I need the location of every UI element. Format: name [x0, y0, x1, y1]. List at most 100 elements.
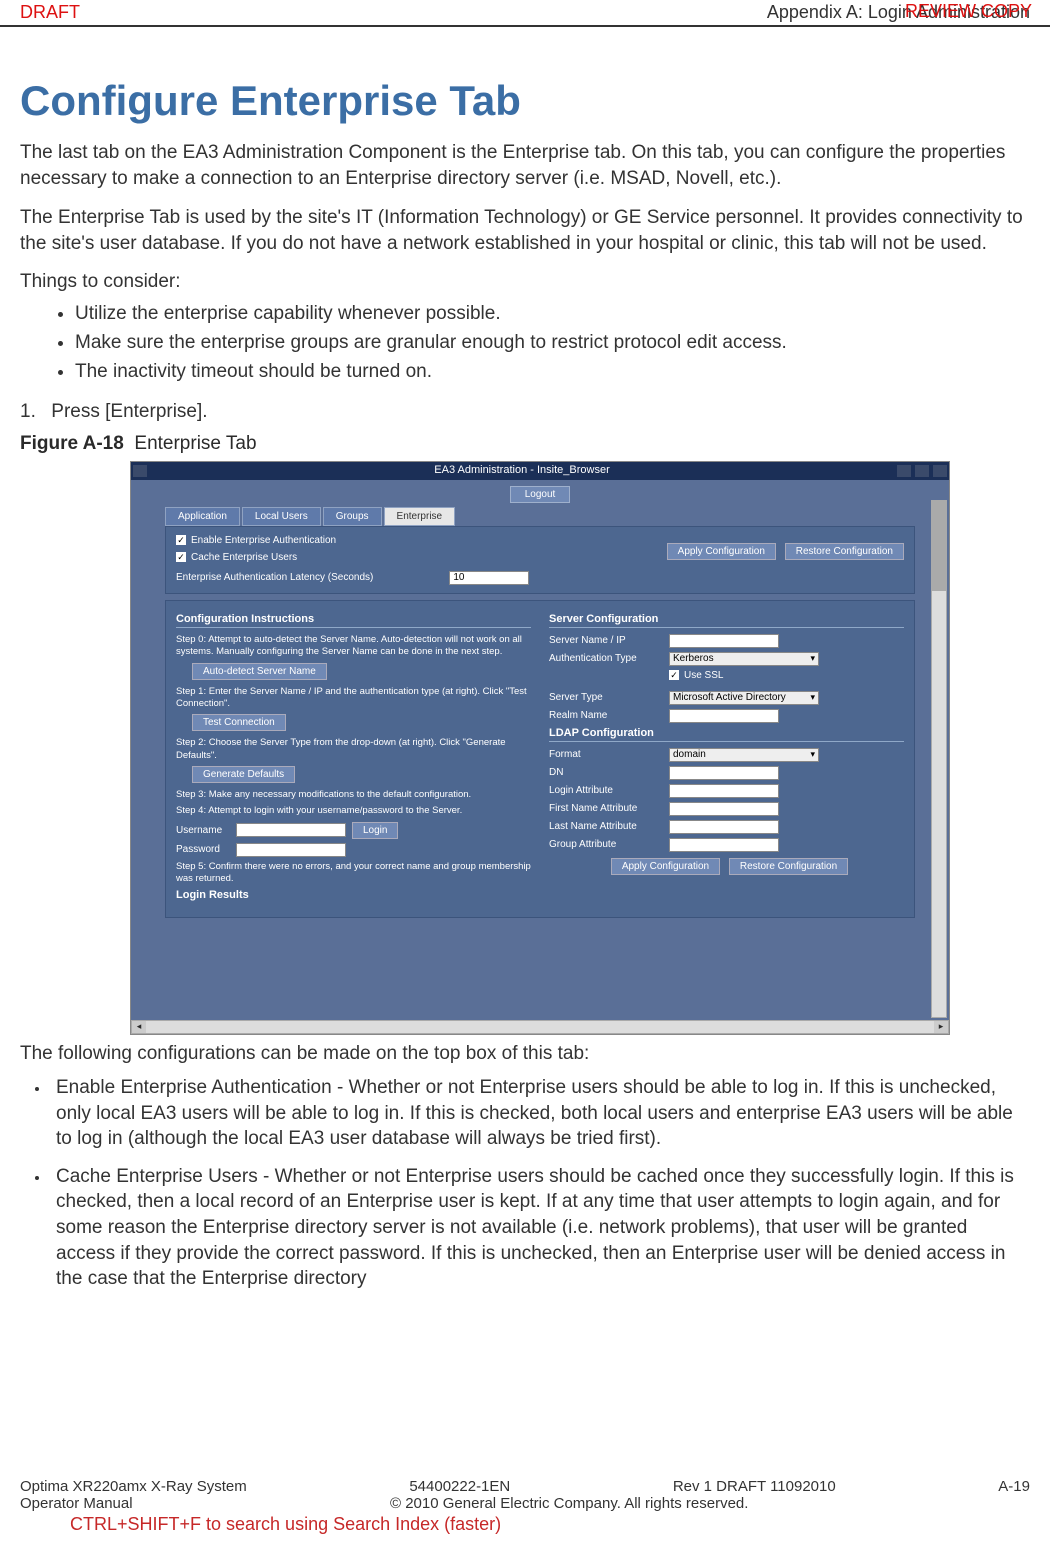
window-title: EA3 Administration - Insite_Browser [149, 464, 895, 478]
figure-caption: Figure A-18 Enterprise Tab [20, 433, 1030, 455]
manual-label: Operator Manual [20, 1495, 390, 1512]
step-number: 1. [20, 401, 46, 423]
scroll-right-icon[interactable]: ▸ [934, 1021, 948, 1033]
checkbox-icon: ✓ [669, 670, 679, 680]
group-attr-label: Group Attribute [549, 839, 669, 850]
instr-step0: Step 0: Attempt to auto-detect the Serve… [176, 634, 531, 659]
review-copy-watermark: REVIEW COPY [905, 1, 1032, 22]
format-select[interactable]: domain [669, 748, 819, 762]
step-text: Press [Enterprise]. [51, 401, 207, 422]
fname-attr-input[interactable] [669, 802, 779, 816]
apply-config-button[interactable]: Apply Configuration [667, 543, 776, 560]
enable-enterprise-label: Enable Enterprise Authentication [191, 535, 336, 546]
instr-step2: Step 2: Choose the Server Type from the … [176, 737, 531, 762]
consider-list: Utilize the enterprise capability whenev… [75, 299, 1030, 387]
draft-watermark: DRAFT [20, 2, 80, 23]
instr-step4: Step 4: Attempt to login with your usern… [176, 805, 531, 817]
generate-defaults-button[interactable]: Generate Defaults [192, 766, 295, 783]
page-title: Configure Enterprise Tab [20, 77, 1030, 125]
horizontal-scrollbar[interactable]: ◂▸ [131, 1020, 949, 1034]
dn-input[interactable] [669, 766, 779, 780]
cache-users-checkbox[interactable]: ✓ Cache Enterprise Users [176, 552, 336, 563]
lname-attr-input[interactable] [669, 820, 779, 834]
instr-step1: Step 1: Enter the Server Name / IP and t… [176, 686, 531, 711]
latency-input[interactable] [449, 571, 529, 585]
checkbox-icon: ✓ [176, 535, 186, 545]
instructions-heading: Configuration Instructions [176, 613, 531, 628]
figure-label: Figure A-18 [20, 433, 124, 454]
copyright: © 2010 General Electric Company. All rig… [390, 1495, 748, 1512]
product-name: Optima XR220amx X-Ray System [20, 1478, 247, 1495]
window-max-icon[interactable] [915, 465, 929, 477]
server-type-select[interactable]: Microsoft Active Directory [669, 691, 819, 705]
login-results-heading: Login Results [176, 889, 531, 903]
server-name-label: Server Name / IP [549, 635, 669, 646]
page-number: A-19 [998, 1478, 1030, 1495]
window-min-icon[interactable] [897, 465, 911, 477]
server-config-heading: Server Configuration [549, 613, 904, 628]
config-item: Enable Enterprise Authentication - Wheth… [50, 1075, 1030, 1152]
page-header: DRAFT Appendix A: Login Administration R… [0, 0, 1050, 27]
main-panel: Configuration Instructions Step 0: Attem… [165, 600, 915, 918]
ldap-config-heading: LDAP Configuration [549, 727, 904, 742]
tab-groups[interactable]: Groups [323, 507, 382, 526]
consider-item: Utilize the enterprise capability whenev… [75, 299, 1030, 328]
server-name-input[interactable] [669, 634, 779, 648]
password-label: Password [176, 844, 236, 855]
restore-config-button-2[interactable]: Restore Configuration [729, 858, 848, 875]
tab-local-users[interactable]: Local Users [242, 507, 321, 526]
instr-step5: Step 5: Confirm there were no errors, an… [176, 861, 531, 886]
revision: Rev 1 DRAFT 11092010 [673, 1478, 836, 1495]
config-descriptions: Enable Enterprise Authentication - Wheth… [50, 1075, 1030, 1292]
figure-enterprise-tab: EA3 Administration - Insite_Browser Logo… [130, 461, 950, 1035]
login-attr-input[interactable] [669, 784, 779, 798]
tab-application[interactable]: Application [165, 507, 240, 526]
top-panel: ✓ Enable Enterprise Authentication ✓ Cac… [165, 526, 915, 594]
auth-type-select[interactable]: Kerberos [669, 652, 819, 666]
test-connection-button[interactable]: Test Connection [192, 714, 286, 731]
window-close-icon[interactable] [933, 465, 947, 477]
consider-item: The inactivity timeout should be turned … [75, 357, 1030, 386]
page-content: Configure Enterprise Tab The last tab on… [0, 27, 1050, 1314]
login-attr-label: Login Attribute [549, 785, 669, 796]
intro-para-1: The last tab on the EA3 Administration C… [20, 140, 1030, 191]
auth-type-label: Authentication Type [549, 653, 669, 664]
login-button[interactable]: Login [352, 822, 398, 839]
instr-step3: Step 3: Make any necessary modifications… [176, 789, 531, 801]
username-input[interactable] [236, 823, 346, 837]
latency-label: Enterprise Authentication Latency (Secon… [176, 572, 373, 583]
use-ssl-label: Use SSL [684, 670, 723, 681]
server-type-label: Server Type [549, 692, 669, 703]
dn-label: DN [549, 767, 669, 778]
use-ssl-checkbox[interactable]: ✓ Use SSL [669, 670, 723, 681]
scroll-left-icon[interactable]: ◂ [132, 1021, 146, 1033]
window-titlebar: EA3 Administration - Insite_Browser [131, 462, 949, 480]
page-footer: Optima XR220amx X-Ray System 54400222-1E… [20, 1478, 1030, 1535]
doc-number: 54400222-1EN [409, 1478, 510, 1495]
server-column: Server Configuration Server Name / IP Au… [549, 609, 904, 909]
tab-row: Application Local Users Groups Enterpris… [165, 507, 945, 526]
intro-para-2: The Enterprise Tab is used by the site's… [20, 205, 1030, 256]
group-attr-input[interactable] [669, 838, 779, 852]
enable-enterprise-checkbox[interactable]: ✓ Enable Enterprise Authentication [176, 535, 336, 546]
tab-enterprise[interactable]: Enterprise [384, 507, 456, 526]
realm-label: Realm Name [549, 710, 669, 721]
config-item: Cache Enterprise Users - Whether or not … [50, 1164, 1030, 1292]
logout-button[interactable]: Logout [510, 486, 571, 503]
autodetect-button[interactable]: Auto-detect Server Name [192, 663, 327, 680]
window-body: Logout Application Local Users Groups En… [131, 480, 949, 1020]
vertical-scrollbar[interactable] [931, 500, 947, 1018]
step-1: 1. Press [Enterprise]. [20, 401, 1030, 423]
restore-config-button[interactable]: Restore Configuration [785, 543, 904, 560]
username-label: Username [176, 825, 236, 836]
apply-config-button-2[interactable]: Apply Configuration [611, 858, 720, 875]
window-menu-icon[interactable] [133, 465, 147, 477]
after-figure-text: The following configurations can be made… [20, 1043, 1030, 1065]
fname-attr-label: First Name Attribute [549, 803, 669, 814]
lname-attr-label: Last Name Attribute [549, 821, 669, 832]
password-input[interactable] [236, 843, 346, 857]
realm-input[interactable] [669, 709, 779, 723]
consider-heading: Things to consider: [20, 271, 1030, 293]
app-window: EA3 Administration - Insite_Browser Logo… [130, 461, 950, 1035]
consider-item: Make sure the enterprise groups are gran… [75, 328, 1030, 357]
